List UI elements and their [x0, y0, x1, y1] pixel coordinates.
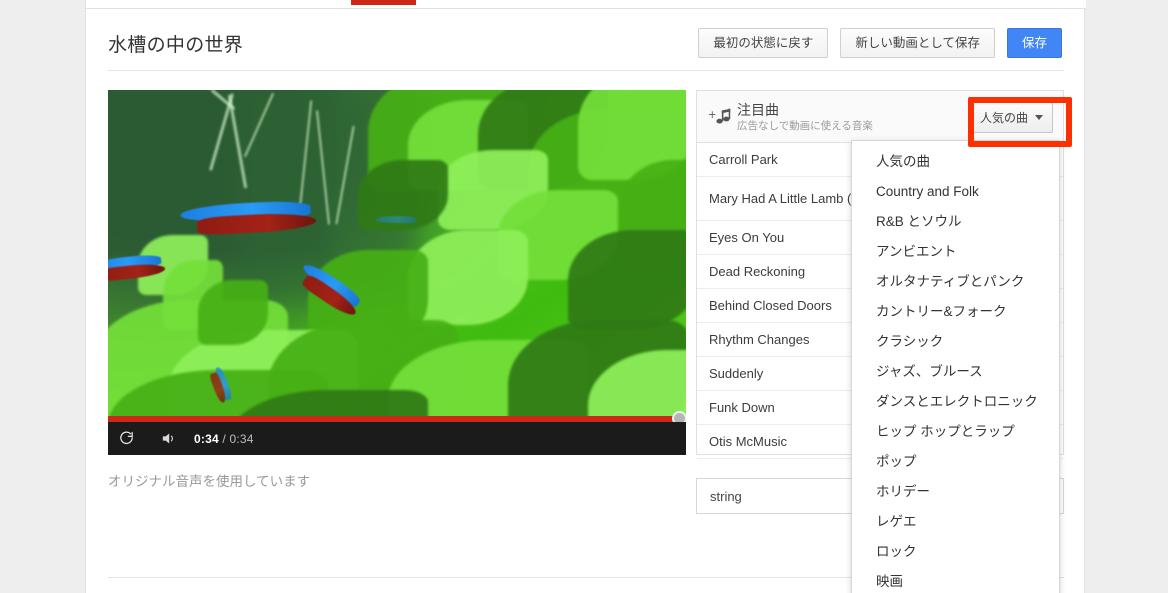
time-display: 0:34 / 0:34: [194, 432, 254, 446]
player-controls: 0:34 / 0:34: [108, 422, 686, 455]
video-frame[interactable]: [108, 90, 686, 422]
dropdown-item[interactable]: 映画: [852, 567, 1059, 593]
duration: 0:34: [229, 431, 254, 446]
dropdown-item[interactable]: R&B とソウル: [852, 207, 1059, 237]
dropdown-item[interactable]: レゲエ: [852, 507, 1059, 537]
music-panel-subtitle: 広告なしで動画に使える音楽: [737, 119, 873, 132]
dropdown-item[interactable]: ダンスとエレクトロニック: [852, 387, 1059, 417]
plant-leaf: [568, 230, 686, 330]
fish: [180, 199, 317, 243]
current-time: 0:34: [194, 431, 219, 446]
genre-dropdown-menu[interactable]: 人気の曲 Country and Folk R&B とソウル アンビエント オルタナティ…: [851, 140, 1060, 593]
video-player[interactable]: 0:34 / 0:34: [108, 90, 686, 455]
volume-icon[interactable]: [150, 422, 186, 455]
fish: [376, 216, 416, 230]
dropdown-item[interactable]: オルタナティブとパンク: [852, 267, 1059, 297]
svg-text:+: +: [708, 109, 717, 120]
page-title: 水槽の中の世界: [108, 35, 244, 56]
dropdown-item[interactable]: アンビエント: [852, 237, 1059, 267]
dropdown-item[interactable]: カントリー&フォーク: [852, 297, 1059, 327]
audio-status-note: オリジナル音声を使用しています: [108, 474, 311, 489]
dropdown-item[interactable]: ポップ: [852, 447, 1059, 477]
replay-icon[interactable]: [108, 422, 144, 455]
genre-dropdown-label: 人気の曲: [979, 111, 1028, 125]
music-panel-header: + 注目曲 広告なしで動画に使える音楽 人気の曲: [697, 91, 1063, 143]
revert-button[interactable]: 最初の状態に戻す: [698, 28, 829, 58]
dropdown-item[interactable]: ジャズ、ブルース: [852, 357, 1059, 387]
dropdown-item[interactable]: ヒップ ホップとラップ: [852, 417, 1059, 447]
active-tab-indicator: [351, 0, 416, 5]
app-root: 水槽の中の世界 最初の状態に戻す 新しい動画として保存 保存 0:34 / 0:…: [0, 0, 1168, 593]
music-panel-title: 注目曲: [737, 101, 779, 118]
save-as-new-video-button[interactable]: 新しい動画として保存: [840, 28, 995, 58]
dropdown-item[interactable]: ロック: [852, 537, 1059, 567]
time-separator: /: [222, 431, 226, 446]
dropdown-item[interactable]: 人気の曲: [852, 147, 1059, 177]
dropdown-item[interactable]: Country and Folk: [852, 177, 1059, 207]
genre-dropdown-button[interactable]: 人気の曲: [969, 102, 1053, 133]
tab-strip: [86, 0, 1086, 9]
add-music-note-icon: +: [707, 104, 733, 130]
dropdown-item[interactable]: クラシック: [852, 327, 1059, 357]
plant-leaf: [198, 280, 268, 345]
music-panel-title-block: 注目曲 広告なしで動画に使える音楽: [737, 102, 873, 132]
header-actions: 最初の状態に戻す 新しい動画として保存 保存: [698, 28, 1062, 58]
chevron-down-icon: [1035, 115, 1043, 120]
title-divider: [108, 70, 1064, 71]
save-button[interactable]: 保存: [1006, 28, 1062, 58]
fish-blue-stripe: [376, 216, 416, 223]
dropdown-item[interactable]: ホリデー: [852, 477, 1059, 507]
